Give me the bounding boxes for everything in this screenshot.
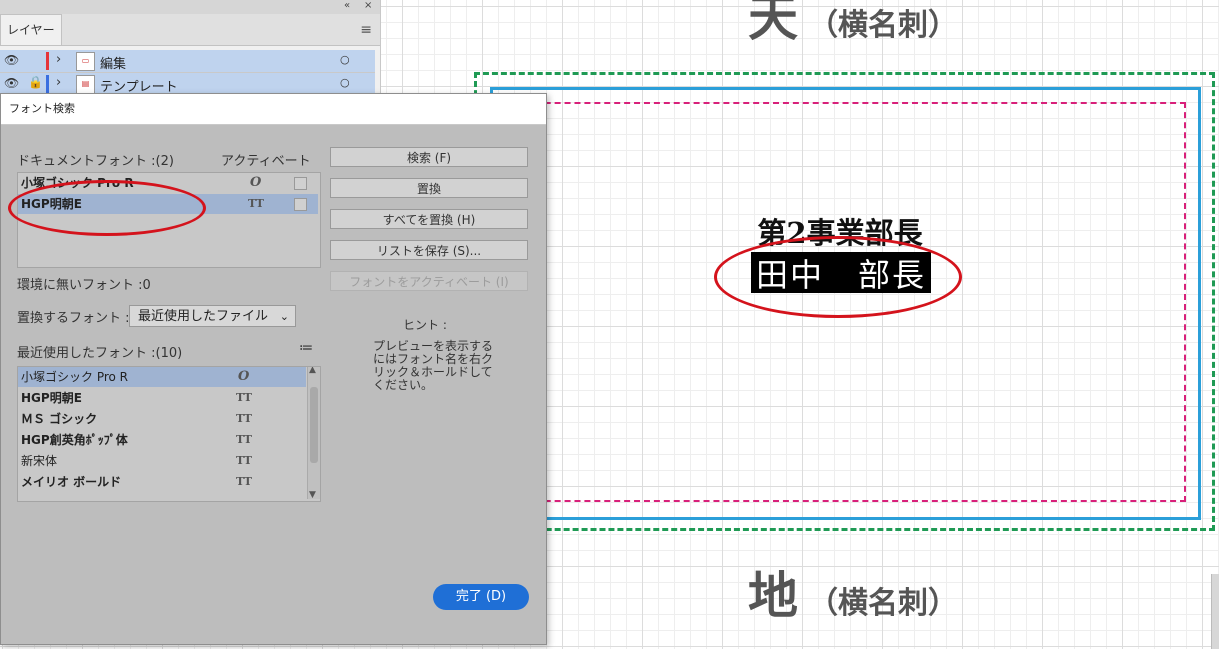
replace-all-button[interactable]: すべてを置換 (H) — [330, 209, 528, 229]
scrollbar-thumb[interactable] — [310, 387, 318, 463]
list-item-font[interactable]: メイリオ ボールド TT — [18, 472, 306, 492]
replace-with-select[interactable]: 最近使用したファイル ⌄ — [129, 305, 296, 327]
truetype-icon: TT — [236, 391, 252, 404]
layers-panel: « × レイヤー ≡ 👁 › ▭ 編集 ○ 👁 🔒 › ▤ テンプレート ○ — [0, 0, 381, 96]
font-name: 新宋体 — [21, 454, 58, 468]
layer-color-swatch — [46, 52, 49, 70]
heading-top-main: 天 — [748, 0, 798, 47]
list-item-font[interactable]: HGP創英角ﾎﾟｯﾌﾟ体 TT — [18, 430, 306, 450]
recent-fonts-list[interactable]: 小塚ゴシック Pro R O HGP明朝E TT ＭＳ ゴシック TT HGP創… — [17, 366, 321, 502]
list-item-font[interactable]: 新宋体 TT — [18, 451, 306, 471]
find-font-dialog: フォント検索 ドキュメントフォント :(2) アクティベート 小塚ゴシック Pr… — [0, 93, 547, 645]
highlight-circle-name — [714, 236, 962, 318]
scroll-up-icon[interactable]: ▲ — [309, 367, 316, 375]
activate-checkbox[interactable] — [294, 177, 307, 190]
layer-thumbnail: ▤ — [76, 75, 95, 94]
missing-fonts-label: 環境に無いフォント :0 — [17, 278, 151, 293]
target-circle-icon[interactable]: ○ — [340, 76, 350, 89]
replace-with-label: 置換するフォント : — [17, 311, 130, 326]
scroll-down-icon[interactable]: ▼ — [309, 490, 316, 500]
truetype-icon: TT — [248, 197, 264, 210]
highlight-circle-font — [8, 180, 206, 236]
heading-bottom-main: 地 — [748, 567, 798, 625]
list-item-font[interactable]: ＭＳ ゴシック TT — [18, 409, 306, 429]
list-item-font[interactable]: HGP明朝E TT — [18, 388, 306, 408]
save-list-button[interactable]: リストを保存 (S)... — [330, 240, 528, 260]
heading-top-sub: （横名刺） — [808, 8, 958, 43]
truetype-icon: TT — [236, 454, 252, 467]
font-name: ＭＳ ゴシック — [21, 412, 98, 426]
document-fonts-label: ドキュメントフォント :(2) — [17, 154, 174, 169]
eye-icon[interactable]: 👁 — [4, 76, 19, 90]
recent-fonts-scrollbar[interactable]: ▲ ▼ — [307, 367, 320, 500]
list-view-icon[interactable]: ≔ — [299, 340, 313, 356]
heading-bottom-sub: （横名刺） — [808, 586, 958, 621]
tab-layers[interactable]: レイヤー — [0, 14, 62, 45]
eye-icon[interactable]: 👁 — [4, 53, 19, 67]
layer-name[interactable]: 編集 — [100, 53, 126, 72]
opentype-icon: O — [250, 175, 262, 190]
collapse-icon[interactable]: « — [344, 0, 350, 11]
hint-text: プレビューを表示するにはフォント名を右クリック＆ホールドしてください。 — [373, 339, 494, 392]
panel-topbar: « × — [0, 0, 380, 14]
panel-menu-icon[interactable]: ≡ — [360, 22, 372, 38]
truetype-icon: TT — [236, 412, 252, 425]
font-name: HGP明朝E — [21, 391, 82, 405]
font-name: 小塚ゴシック Pro R — [21, 370, 129, 384]
list-item-font-selected[interactable]: 小塚ゴシック Pro R O — [18, 367, 306, 387]
close-icon[interactable]: × — [364, 0, 372, 11]
hint-title: ヒント : — [403, 318, 447, 332]
dialog-title[interactable]: フォント検索 — [1, 94, 546, 125]
chevron-right-icon[interactable]: › — [56, 52, 61, 67]
chevron-right-icon[interactable]: › — [56, 75, 61, 90]
replace-button[interactable]: 置換 — [330, 178, 528, 198]
canvas-scrollbar[interactable] — [1211, 574, 1219, 649]
opentype-icon: O — [238, 369, 250, 384]
layer-thumbnail: ▭ — [76, 52, 95, 71]
activate-checkbox[interactable] — [294, 198, 307, 211]
activate-fonts-button[interactable]: フォントをアクティベート (I) — [330, 271, 528, 291]
truetype-icon: TT — [236, 475, 252, 488]
layer-color-swatch — [46, 75, 49, 93]
done-button[interactable]: 完了 (D) — [433, 584, 529, 610]
truetype-icon: TT — [236, 433, 252, 446]
heading-bottom: 地 （横名刺） — [748, 556, 958, 628]
heading-top: 天 （横名刺） — [748, 0, 958, 50]
lock-icon[interactable]: 🔒 — [28, 75, 43, 89]
chevron-down-icon: ⌄ — [279, 310, 289, 323]
activate-column-header: アクティベート — [221, 154, 311, 169]
font-name: メイリオ ボールド — [21, 475, 122, 489]
target-circle-icon[interactable]: ○ — [340, 53, 350, 66]
recent-fonts-label: 最近使用したフォント :(10) — [17, 346, 183, 361]
layer-row-edit[interactable]: 👁 › ▭ 編集 ○ — [0, 50, 375, 73]
replace-with-value: 最近使用したファイル — [138, 309, 269, 324]
find-button[interactable]: 検索 (F) — [330, 147, 528, 167]
font-name: HGP創英角ﾎﾟｯﾌﾟ体 — [21, 433, 128, 447]
